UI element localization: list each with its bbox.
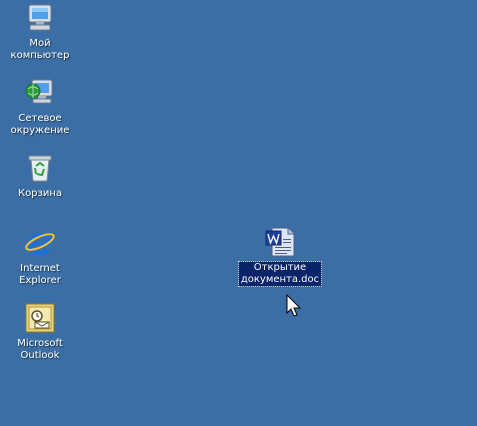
desktop-icon-word-document[interactable]: Открытие документа.doc bbox=[236, 226, 324, 287]
desktop-icon-label: Сетевое окружение bbox=[10, 113, 70, 136]
desktop-icon-network-places[interactable]: Сетевое окружение bbox=[0, 77, 80, 137]
desktop[interactable]: Мой компьютер Сетевое окружение Корзина … bbox=[0, 0, 477, 426]
arrow-cursor-icon bbox=[286, 293, 302, 318]
desktop-icon-label: Мой компьютер bbox=[10, 38, 70, 61]
desktop-icon-label: Корзина bbox=[17, 188, 63, 199]
recycle-bin-icon bbox=[24, 152, 56, 184]
desktop-icon-label: Microsoft Outlook bbox=[17, 338, 63, 361]
desktop-icon-label: Internet Explorer bbox=[19, 263, 61, 286]
desktop-icon-my-computer[interactable]: Мой компьютер bbox=[0, 2, 80, 62]
desktop-icon-internet-explorer[interactable]: Internet Explorer bbox=[0, 227, 80, 287]
internet-explorer-icon bbox=[24, 227, 56, 259]
outlook-icon bbox=[24, 302, 56, 334]
desktop-icon-microsoft-outlook[interactable]: Microsoft Outlook bbox=[0, 302, 80, 362]
desktop-icon-recycle-bin[interactable]: Корзина bbox=[0, 152, 80, 200]
network-places-icon bbox=[24, 77, 56, 109]
word-document-icon bbox=[264, 226, 296, 258]
desktop-icon-label: Открытие документа.doc bbox=[237, 261, 323, 287]
my-computer-icon bbox=[24, 2, 56, 34]
